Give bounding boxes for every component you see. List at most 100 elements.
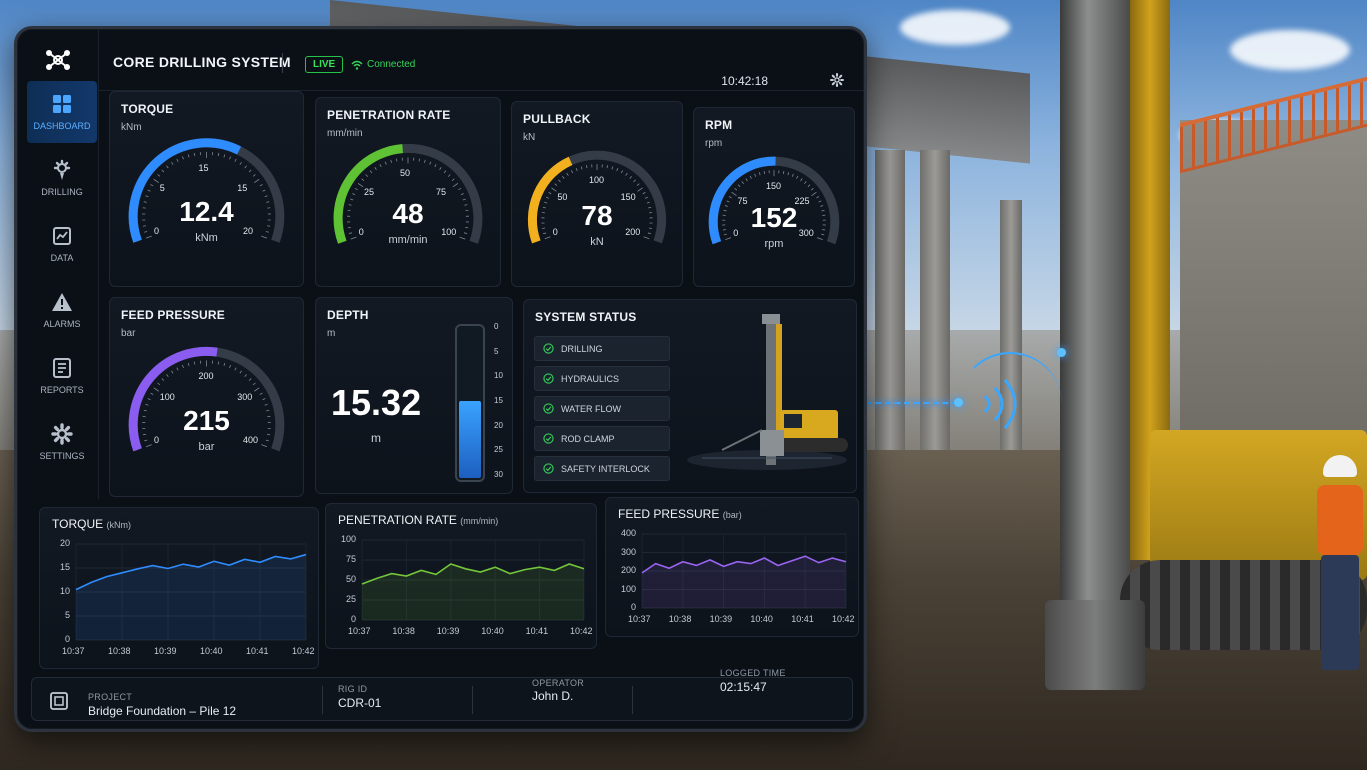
project-footer: PROJECT Bridge Foundation – Pile 12 RIG …: [31, 668, 853, 721]
gauge-tick-label: 75: [435, 187, 446, 198]
series-area: [642, 556, 846, 608]
gauge-dial: [527, 150, 667, 244]
gauge-tick-mark: [374, 167, 377, 170]
x-tick-label: 10:39: [436, 626, 460, 636]
top-bar: CORE DRILLING SYSTEM LIVE Connected 10:4…: [99, 29, 864, 91]
footer-divider: [632, 686, 633, 714]
gauge-tick-mark: [734, 187, 738, 191]
status-label: SAFETY INTERLOCK: [561, 463, 650, 474]
sidebar-item-dashboard[interactable]: DASHBOARD: [27, 81, 97, 143]
gauge-tick-mark: [153, 178, 159, 184]
gauge-tick-mark: [171, 161, 174, 165]
x-tick-label: 10:42: [292, 646, 315, 656]
x-tick-label: 10:37: [628, 614, 651, 624]
panel-title: SYSTEM STATUS: [535, 310, 637, 324]
gauge-tick-mark: [644, 196, 648, 199]
gauge-tick-mark: [723, 233, 727, 236]
gauge-tick-mark: [379, 164, 382, 168]
gauge-tick-label: 300: [237, 391, 253, 402]
gauge-tick-mark: [239, 370, 242, 374]
gauge-tick-mark: [262, 189, 266, 192]
cloud: [900, 10, 1010, 45]
gauge-tick-mark: [625, 172, 628, 176]
gauge-tick-label: 200: [198, 371, 214, 382]
y-tick-label: 75: [345, 554, 356, 564]
gauge-tick-mark: [810, 187, 814, 191]
gauge-tick-mark: [354, 187, 358, 191]
gauge-tick-mark: [558, 179, 561, 183]
gauge-tick-mark: [796, 175, 799, 179]
gauge-dial: [128, 346, 285, 452]
gauge-tick-mark: [754, 173, 757, 177]
gauge-tick-mark: [443, 170, 447, 174]
project-label: PROJECT: [88, 692, 133, 702]
gauge-tick-mark: [418, 158, 421, 162]
connection-status: Connected: [351, 59, 415, 70]
sidebar-item-label: REPORTS: [40, 385, 84, 395]
depth-level-tube: [455, 324, 485, 482]
status-item: SAFETY INTERLOCK: [534, 456, 670, 481]
gauge-tick-mark: [229, 364, 231, 368]
report-icon: [53, 358, 71, 378]
gauge-unit: mm/min: [388, 234, 428, 247]
gauge-tick-mark: [365, 174, 369, 177]
gauge-tick-mark: [451, 178, 455, 182]
sidebar-item-data[interactable]: DATA: [27, 213, 97, 275]
gauge-tick-mark: [546, 196, 550, 199]
gauge-tick-mark: [187, 154, 190, 158]
sidebar-item-label: DRILLING: [41, 187, 83, 197]
gauge-tick-mark: [244, 165, 247, 169]
x-tick-label: 10:37: [348, 626, 371, 636]
gauge-tick-mark: [157, 174, 161, 177]
project-value: Bridge Foundation – Pile 12: [88, 704, 237, 718]
retaining-wall: [1180, 120, 1367, 450]
x-tick-label: 10:41: [525, 626, 549, 636]
depth-panel: DEPTH m 15.32 m 0 5 10 15 20 25 30: [315, 297, 513, 494]
pullback-gauge-panel: PULLBACK kN 0 50 100 150 200 78 kN: [511, 101, 683, 287]
gauge-tick-mark: [758, 172, 761, 176]
gauge-tick-mark: [429, 161, 432, 165]
sidebar-item-reports[interactable]: REPORTS: [27, 345, 97, 407]
series-area: [362, 564, 584, 620]
gauge-tick-mark: [447, 174, 451, 177]
gauge-tick-mark: [217, 361, 220, 365]
sidebar-item-drilling[interactable]: DRILLING: [27, 147, 97, 209]
gauge-tick-mark: [585, 165, 588, 169]
gauge-tick-mark: [543, 232, 547, 235]
series-area: [76, 554, 306, 640]
gauge-tick-mark: [434, 164, 437, 168]
gauge-tick-mark: [150, 392, 154, 395]
gauge-tick-mark: [458, 187, 462, 191]
gauge-tick-mark: [737, 184, 741, 188]
gauge-unit: bar: [198, 440, 215, 453]
gauge-tick-mark: [187, 362, 190, 367]
x-tick-label: 10:41: [246, 646, 269, 656]
logged-time-label: LOGGED TIME: [720, 668, 786, 678]
x-tick-label: 10:39: [709, 614, 733, 624]
gauge-tick-mark: [816, 196, 820, 199]
gauge-tick-mark: [745, 178, 748, 182]
site-worker: [1315, 455, 1365, 675]
wifi-icon: [351, 60, 363, 70]
depth-tick-label: 30: [494, 470, 503, 479]
sidebar-item-alarms[interactable]: ALARMS: [27, 279, 97, 341]
gauge-tick-mark: [352, 193, 356, 196]
rig-id-value: CDR-01: [338, 696, 382, 710]
live-badge: LIVE: [305, 56, 344, 73]
gauge-tick-mark: [176, 367, 179, 371]
sidebar-item-label: ALARMS: [43, 319, 81, 329]
gauge-tick-mark: [182, 156, 184, 160]
gauge-value: 215: [183, 404, 230, 436]
settings-gear-icon[interactable]: [830, 73, 844, 87]
torque-trend-chart: TORQUE (kNm) 20 15 10 5 0 10:37 10:38 10:39 10:4…: [39, 507, 319, 669]
x-tick-label: 10:38: [668, 614, 692, 624]
rpm-gauge-panel: RPM rpm 0 75 150 225 300 152 rpm: [693, 107, 855, 287]
gauge-tick-mark: [811, 191, 817, 196]
sidebar-item-settings[interactable]: SETTINGS: [27, 411, 97, 473]
gauge-tick-mark: [223, 362, 226, 367]
gauge-tick-mark: [239, 161, 242, 165]
project-document-icon: [50, 692, 68, 710]
gauge-unit: kNm: [195, 232, 218, 245]
gauge-tick-mark: [147, 398, 151, 401]
x-tick-label: 10:40: [200, 646, 223, 656]
